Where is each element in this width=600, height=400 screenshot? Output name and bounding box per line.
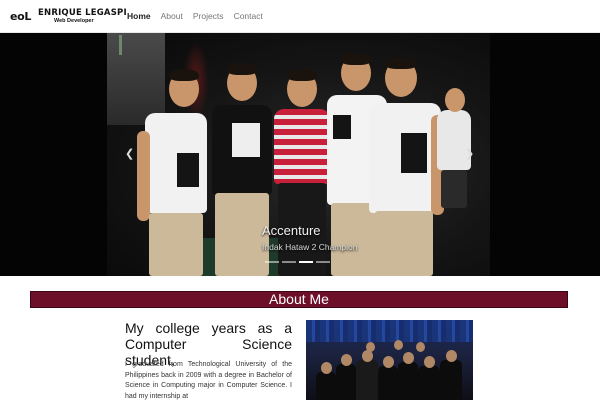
carousel-next-button[interactable]: ❯ — [465, 149, 474, 160]
chevron-left-icon: ❮ — [125, 148, 135, 160]
carousel-indicator-active[interactable] — [299, 261, 313, 263]
navbar: eoL ENRIQUE LEGASPI Web Developer Home A… — [0, 0, 600, 33]
chevron-right-icon: ❯ — [465, 148, 475, 160]
about-paragraph: I graduated from Technological Universit… — [125, 361, 292, 400]
main-nav: Home About Projects Contact — [127, 11, 263, 21]
carousel-prev-button[interactable]: ❮ — [125, 149, 134, 160]
brand-logo[interactable]: eoL ENRIQUE LEGASPI Web Developer — [10, 6, 127, 28]
brand-subtitle: Web Developer — [54, 18, 94, 24]
carousel-caption-title: Accenture — [262, 223, 321, 238]
carousel-indicators — [265, 261, 330, 263]
nav-home-link[interactable]: Home — [127, 11, 151, 21]
brand-mark: eoL — [10, 10, 32, 23]
about-section-header: About Me — [30, 291, 568, 308]
about-section-title: About Me — [269, 291, 329, 307]
carousel-indicator[interactable] — [265, 261, 279, 263]
hero-carousel: ❮ ❯ Accenture Indak Hataw 2 Champion — [0, 33, 600, 276]
college-group-photo — [306, 320, 473, 400]
carousel-slide-image — [107, 33, 490, 276]
nav-projects-link[interactable]: Projects — [193, 11, 224, 21]
stage-lights — [306, 320, 473, 342]
carousel-indicator[interactable] — [316, 261, 330, 263]
background-light — [119, 35, 122, 55]
carousel-caption-subtitle: Indak Hataw 2 Champion — [262, 242, 358, 252]
nav-about-link[interactable]: About — [161, 11, 183, 21]
brand-name: ENRIQUE LEGASPI — [38, 8, 127, 18]
nav-contact-link[interactable]: Contact — [234, 11, 263, 21]
carousel-indicator[interactable] — [282, 261, 296, 263]
group-member — [135, 69, 215, 276]
